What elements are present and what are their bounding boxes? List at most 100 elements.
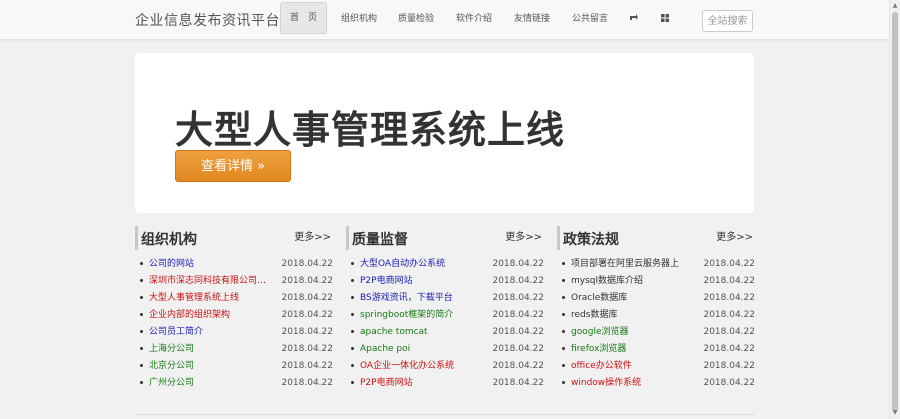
list-item[interactable]: BS游戏资讯，下载平台 2018.04.22 (346, 290, 546, 307)
list-item-date: 2018.04.22 (492, 344, 544, 354)
bullet-icon (351, 381, 354, 384)
column-header: 政策法规 更多>> (557, 226, 757, 250)
list-item[interactable]: 北京分公司 2018.04.22 (135, 358, 335, 375)
nav-item-home[interactable]: 首 页 (280, 2, 328, 34)
list-item[interactable]: mysql数据库介绍 2018.04.22 (557, 273, 757, 290)
list-item-date: 2018.04.22 (492, 310, 544, 320)
list-item-link[interactable]: P2P电商网站 (360, 273, 485, 290)
more-link[interactable]: 更多>> (716, 228, 753, 243)
nav-item-quality[interactable]: 质量检验 (398, 0, 434, 39)
bullet-icon (562, 347, 565, 350)
list-item-link[interactable]: 上海分公司 (149, 341, 274, 358)
list-item[interactable]: springboot框架的简介 2018.04.22 (346, 307, 546, 324)
retweet-icon[interactable] (629, 13, 639, 23)
list-item-date: 2018.04.22 (492, 361, 544, 371)
list-item-link[interactable]: 深圳市深志同科技有限公司网站 (149, 273, 274, 290)
column-title: 组织机构 (141, 232, 197, 248)
list-item-date: 2018.04.22 (492, 259, 544, 269)
list-item[interactable]: reds数据库 2018.04.22 (557, 307, 757, 324)
list-item-date: 2018.04.22 (703, 310, 755, 320)
list-item-link[interactable]: 广州分公司 (149, 375, 274, 392)
list-item-date: 2018.04.22 (281, 259, 333, 269)
list-item-link[interactable]: 大型OA自动办公系统 (360, 256, 485, 273)
list-item[interactable]: 公司员工简介 2018.04.22 (135, 324, 335, 341)
list-item-date: 2018.04.22 (703, 378, 755, 388)
nav-item-organization[interactable]: 组织机构 (341, 0, 377, 39)
list-item-date: 2018.04.22 (703, 344, 755, 354)
list-item[interactable]: OA企业一体化办公系统 2018.04.22 (346, 358, 546, 375)
list-item[interactable]: Oracle数据库 2018.04.22 (557, 290, 757, 307)
list-item-link[interactable]: apache tomcat (360, 324, 485, 341)
list-item-link[interactable]: Oracle数据库 (571, 290, 696, 307)
list-item-date: 2018.04.22 (281, 310, 333, 320)
list-item-date: 2018.04.22 (281, 378, 333, 388)
list-item-link[interactable]: mysql数据库介绍 (571, 273, 696, 290)
bullet-icon (140, 381, 143, 384)
list-item[interactable]: 深圳市深志同科技有限公司网站 2018.04.22 (135, 273, 335, 290)
site-search-button[interactable]: 全站搜索 (702, 10, 753, 32)
list-item-link[interactable]: 企业内部的组织架构 (149, 307, 274, 324)
list-item-link[interactable]: firefox浏览器 (571, 341, 696, 358)
list-item-date: 2018.04.22 (281, 344, 333, 354)
bullet-icon (140, 364, 143, 367)
list-item-date: 2018.04.22 (492, 293, 544, 303)
list-item-link[interactable]: 公司的网站 (149, 256, 274, 273)
list-item-link[interactable]: 公司员工简介 (149, 324, 274, 341)
column-title: 质量监督 (352, 232, 408, 248)
list-item[interactable]: 广州分公司 2018.04.22 (135, 375, 335, 392)
list-item[interactable]: apache tomcat 2018.04.22 (346, 324, 546, 341)
list-item-date: 2018.04.22 (281, 293, 333, 303)
nav-item-software[interactable]: 软件介绍 (456, 0, 492, 39)
list-item-link[interactable]: BS游戏资讯，下载平台 (360, 290, 485, 307)
more-link[interactable]: 更多>> (505, 228, 542, 243)
scroll-thumb[interactable] (892, 12, 898, 412)
list-item[interactable]: google浏览器 2018.04.22 (557, 324, 757, 341)
list-item[interactable]: 大型OA自动办公系统 2018.04.22 (346, 256, 546, 273)
column-title: 政策法规 (563, 232, 619, 248)
list-item[interactable]: P2P电商网站 2018.04.22 (346, 273, 546, 290)
list-item[interactable]: P2P电商网站 2018.04.22 (346, 375, 546, 392)
list-item[interactable]: 公司的网站 2018.04.22 (135, 256, 335, 273)
list-item-link[interactable]: Apache poi (360, 341, 485, 358)
list-item-date: 2018.04.22 (703, 293, 755, 303)
top-navbar: 企业信息发布资讯平台 首 页 组织机构 质量检验 软件介绍 友情链接 公共留言 … (0, 0, 889, 40)
list-item-link[interactable]: office办公软件 (571, 358, 696, 375)
list-item[interactable]: firefox浏览器 2018.04.22 (557, 341, 757, 358)
page-scrollbar[interactable]: ▲ ▼ (889, 0, 900, 419)
list-item-link[interactable]: 大型人事管理系统上线 (149, 290, 274, 307)
list-item-link[interactable]: 北京分公司 (149, 358, 274, 375)
list-item[interactable]: 大型人事管理系统上线 2018.04.22 (135, 290, 335, 307)
scroll-down-arrow-icon[interactable]: ▼ (890, 407, 900, 419)
list-item-date: 2018.04.22 (703, 327, 755, 337)
bullet-icon (351, 347, 354, 350)
nav-item-messages[interactable]: 公共留言 (572, 0, 608, 39)
list-item-link[interactable]: 项目部署在阿里云服务器上 (571, 256, 696, 273)
list-item[interactable]: window操作系统 2018.04.22 (557, 375, 757, 392)
bullet-icon (562, 262, 565, 265)
list-item-link[interactable]: springboot框架的简介 (360, 307, 485, 324)
divider (135, 414, 754, 415)
list-item-link[interactable]: google浏览器 (571, 324, 696, 341)
bullet-icon (140, 313, 143, 316)
list-item[interactable]: 企业内部的组织架构 2018.04.22 (135, 307, 335, 324)
list-item-link[interactable]: P2P电商网站 (360, 375, 485, 392)
site-brand[interactable]: 企业信息发布资讯平台 (135, 10, 280, 30)
list-item[interactable]: office办公软件 2018.04.22 (557, 358, 757, 375)
list-item[interactable]: 项目部署在阿里云服务器上 2018.04.22 (557, 256, 757, 273)
list-item-link[interactable]: OA企业一体化办公系统 (360, 358, 485, 375)
view-details-button[interactable]: 查看详情 » (175, 150, 291, 182)
list-item-date: 2018.04.22 (492, 378, 544, 388)
list-item-link[interactable]: reds数据库 (571, 307, 696, 324)
nav-item-links[interactable]: 友情链接 (514, 0, 550, 39)
bullet-icon (140, 347, 143, 350)
more-link[interactable]: 更多>> (294, 228, 331, 243)
bullet-icon (140, 330, 143, 333)
bullet-icon (140, 296, 143, 299)
grid-icon[interactable] (660, 13, 670, 23)
bullet-icon (351, 279, 354, 282)
scroll-up-arrow-icon[interactable]: ▲ (890, 0, 900, 12)
list-item-link[interactable]: window操作系统 (571, 375, 696, 392)
list-item[interactable]: 上海分公司 2018.04.22 (135, 341, 335, 358)
list-item[interactable]: Apache poi 2018.04.22 (346, 341, 546, 358)
bullet-icon (562, 279, 565, 282)
